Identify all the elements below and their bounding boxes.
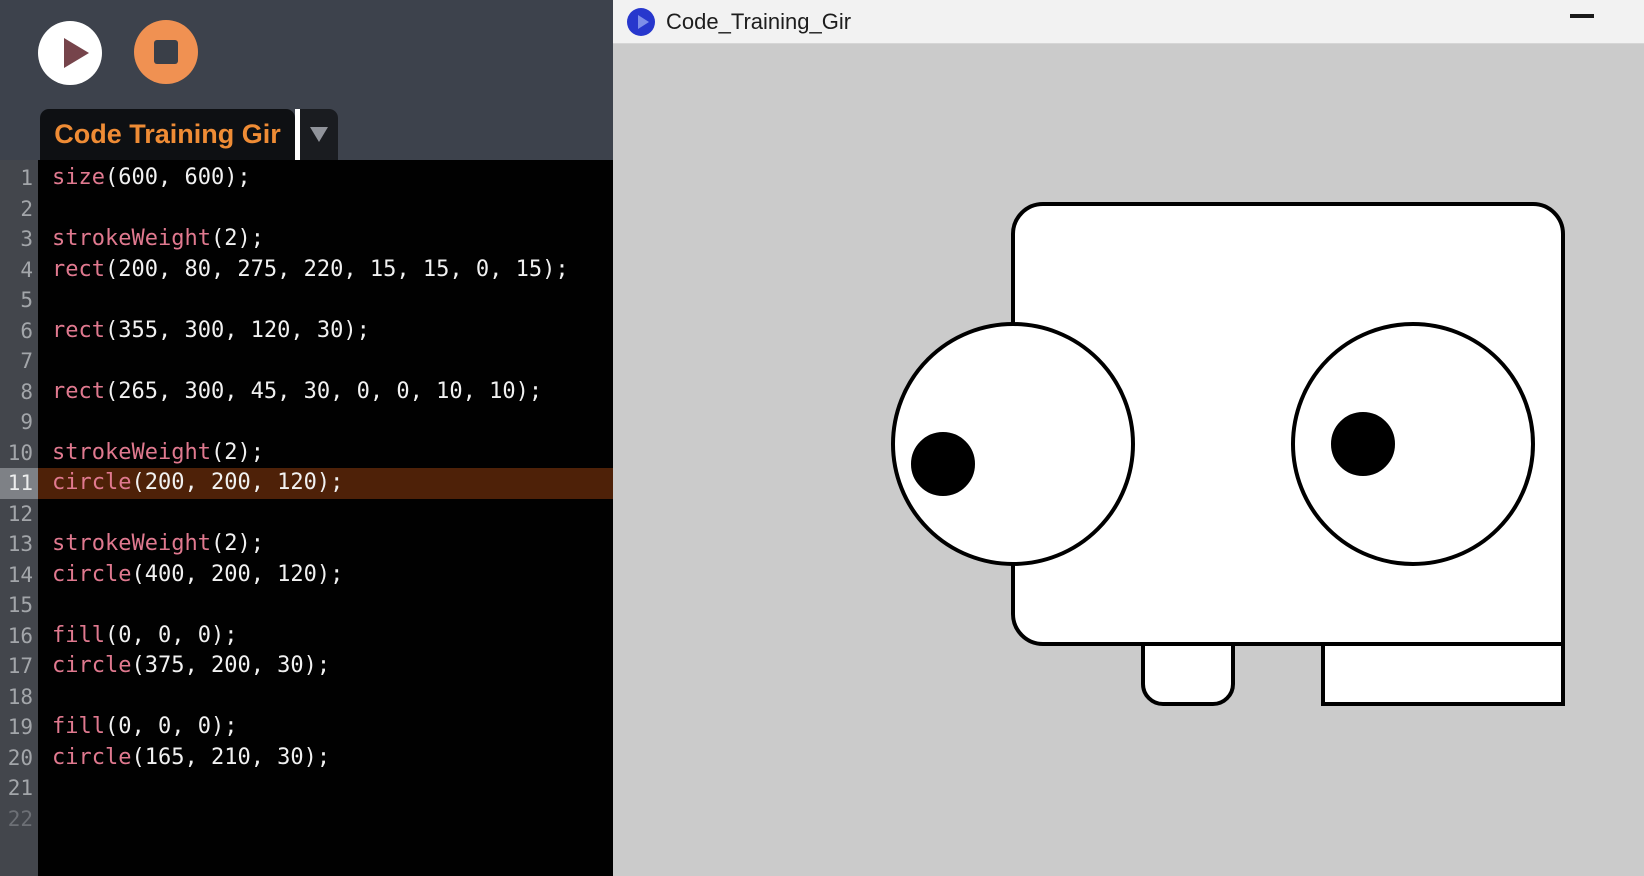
tab-menu-button[interactable] xyxy=(300,109,338,160)
editor-line-10[interactable]: 10strokeWeight(2); xyxy=(0,438,613,469)
code-text: strokeWeight(2); xyxy=(38,529,613,560)
line-number: 1 xyxy=(0,163,38,194)
line-number: 21 xyxy=(0,773,38,804)
editor-line-7[interactable]: 7 xyxy=(0,346,613,377)
sketch-canvas xyxy=(613,44,1644,876)
code-text: rect(265, 300, 45, 30, 0, 0, 10, 10); xyxy=(38,377,613,408)
line-number: 6 xyxy=(0,316,38,347)
line-number: 3 xyxy=(0,224,38,255)
editor-line-13[interactable]: 13strokeWeight(2); xyxy=(0,529,613,560)
line-number: 17 xyxy=(0,651,38,682)
editor-line-20[interactable]: 20circle(165, 210, 30); xyxy=(0,743,613,774)
code-text: circle(400, 200, 120); xyxy=(38,560,613,591)
code-text: fill(0, 0, 0); xyxy=(38,712,613,743)
code-text: size(600, 600); xyxy=(38,163,613,194)
sketch-circle xyxy=(1333,414,1393,474)
editor-line-12[interactable]: 12 xyxy=(0,499,613,530)
window-app-icon xyxy=(627,8,655,36)
sketch-circle xyxy=(1293,324,1533,564)
stop-button[interactable] xyxy=(134,20,198,84)
line-number: 2 xyxy=(0,194,38,225)
editor-line-17[interactable]: 17circle(375, 200, 30); xyxy=(0,651,613,682)
editor-line-21[interactable]: 21 xyxy=(0,773,613,804)
code-text: strokeWeight(2); xyxy=(38,438,613,469)
line-number: 18 xyxy=(0,682,38,713)
editor-line-4[interactable]: 4rect(200, 80, 275, 220, 15, 15, 0, 15); xyxy=(0,255,613,286)
sketch-output-window: Code_Training_Gir xyxy=(613,0,1644,876)
window-title: Code_Training_Gir xyxy=(666,0,851,43)
editor-line-19[interactable]: 19fill(0, 0, 0); xyxy=(0,712,613,743)
code-text: circle(200, 200, 120); xyxy=(38,468,613,499)
code-text xyxy=(38,804,613,835)
minimize-button[interactable] xyxy=(1570,14,1594,18)
code-editor[interactable]: 1size(600, 600);23strokeWeight(2);4rect(… xyxy=(0,160,613,876)
play-icon xyxy=(64,38,89,68)
line-number: 4 xyxy=(0,255,38,286)
code-text xyxy=(38,194,613,225)
sketch-tab-label: Code Training Gir xyxy=(54,119,281,150)
editor-line-14[interactable]: 14circle(400, 200, 120); xyxy=(0,560,613,591)
code-text xyxy=(38,682,613,713)
editor-line-11[interactable]: 11circle(200, 200, 120); xyxy=(0,468,613,499)
editor-line-5[interactable]: 5 xyxy=(0,285,613,316)
line-number: 13 xyxy=(0,529,38,560)
code-text: rect(355, 300, 120, 30); xyxy=(38,316,613,347)
code-text: strokeWeight(2); xyxy=(38,224,613,255)
sketch-tab[interactable]: Code Training Gir xyxy=(40,109,295,160)
line-number: 5 xyxy=(0,285,38,316)
line-number: 10 xyxy=(0,438,38,469)
line-number: 8 xyxy=(0,377,38,408)
line-number: 12 xyxy=(0,499,38,530)
editor-line-15[interactable]: 15 xyxy=(0,590,613,621)
editor-line-8[interactable]: 8rect(265, 300, 45, 30, 0, 0, 10, 10); xyxy=(0,377,613,408)
stop-icon xyxy=(154,40,178,64)
editor-line-2[interactable]: 2 xyxy=(0,194,613,225)
line-number: 9 xyxy=(0,407,38,438)
processing-ide-screen: Code Training Gir 1size(600, 600);23stro… xyxy=(0,0,1644,876)
chevron-down-icon xyxy=(310,127,328,142)
code-text xyxy=(38,590,613,621)
code-text xyxy=(38,346,613,377)
line-number: 14 xyxy=(0,560,38,591)
editor-line-9[interactable]: 9 xyxy=(0,407,613,438)
editor-line-22[interactable]: 22 xyxy=(0,804,613,835)
line-number: 16 xyxy=(0,621,38,652)
code-text xyxy=(38,499,613,530)
line-number: 15 xyxy=(0,590,38,621)
window-titlebar[interactable]: Code_Training_Gir xyxy=(613,0,1644,44)
code-text: rect(200, 80, 275, 220, 15, 15, 0, 15); xyxy=(38,255,613,286)
line-number: 19 xyxy=(0,712,38,743)
editor-line-1[interactable]: 1size(600, 600); xyxy=(0,163,613,194)
code-text xyxy=(38,773,613,804)
editor-line-3[interactable]: 3strokeWeight(2); xyxy=(0,224,613,255)
line-number: 20 xyxy=(0,743,38,774)
code-text: circle(375, 200, 30); xyxy=(38,651,613,682)
ide-pane: Code Training Gir 1size(600, 600);23stro… xyxy=(0,0,613,876)
editor-line-16[interactable]: 16fill(0, 0, 0); xyxy=(0,621,613,652)
sketch-rect xyxy=(1143,644,1233,704)
sketch-circle xyxy=(913,434,973,494)
code-text xyxy=(38,285,613,316)
code-text xyxy=(38,407,613,438)
line-number: 11 xyxy=(0,468,38,499)
line-number: 7 xyxy=(0,346,38,377)
editor-line-6[interactable]: 6rect(355, 300, 120, 30); xyxy=(0,316,613,347)
editor-line-18[interactable]: 18 xyxy=(0,682,613,713)
code-text: circle(165, 210, 30); xyxy=(38,743,613,774)
sketch-rect xyxy=(1323,644,1563,704)
line-number: 22 xyxy=(0,804,38,835)
run-button[interactable] xyxy=(38,21,102,85)
sketch-canvas-svg xyxy=(613,44,1644,876)
play-badge-icon xyxy=(638,15,649,29)
code-text: fill(0, 0, 0); xyxy=(38,621,613,652)
